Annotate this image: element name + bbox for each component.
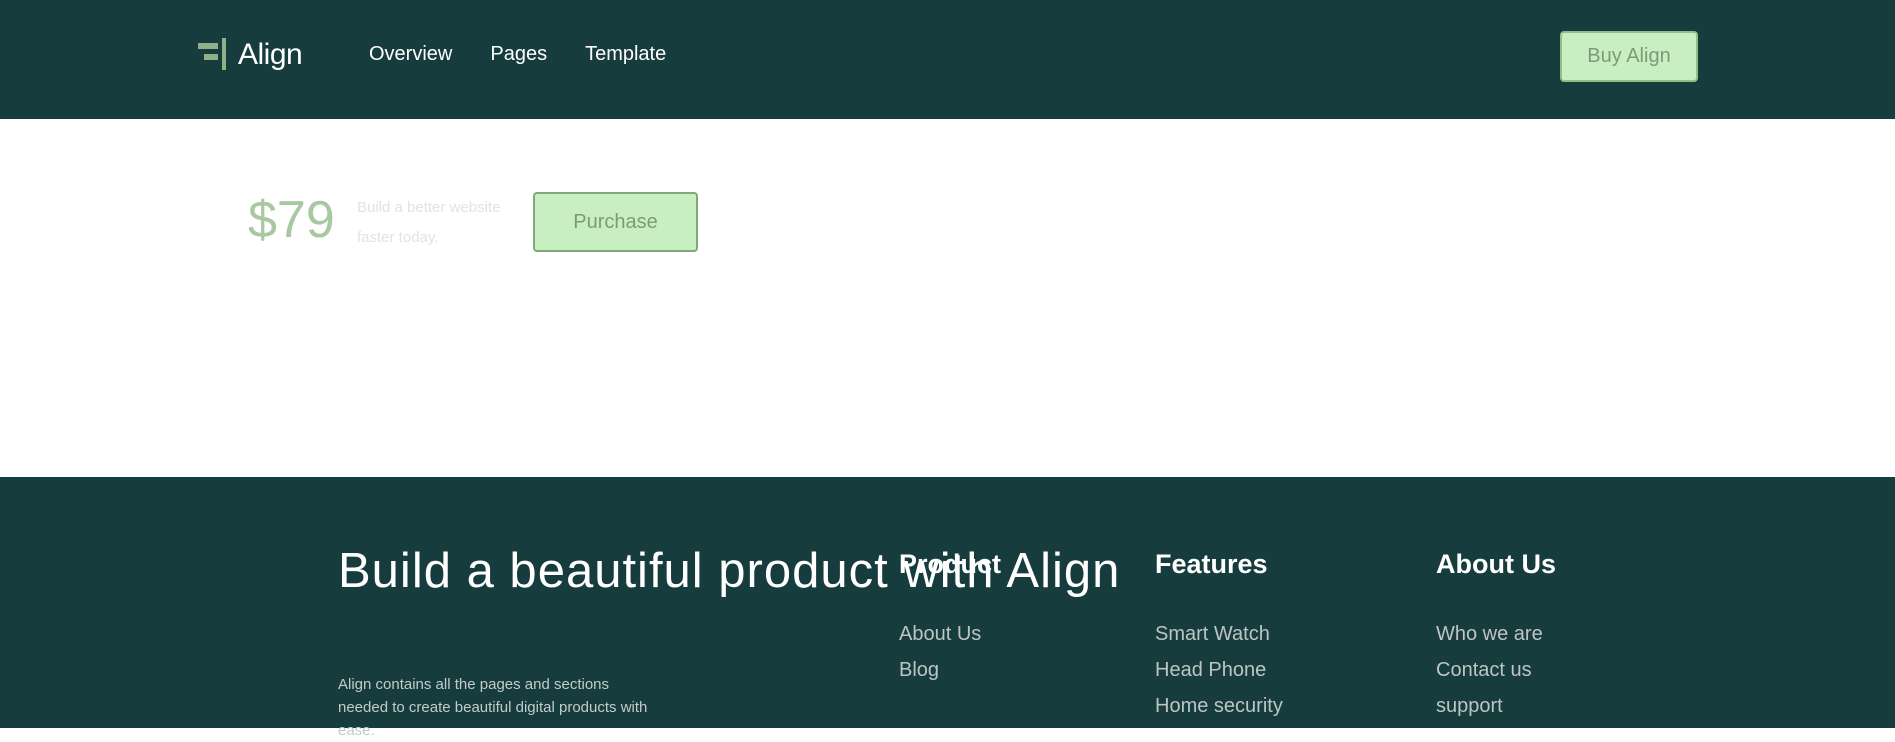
purchase-button[interactable]: Purchase xyxy=(533,192,698,252)
footer-col-title: Product xyxy=(899,549,1002,579)
main-nav: Overview Pages Template xyxy=(369,43,704,66)
footer-col-title: Features xyxy=(1155,549,1268,579)
nav-template[interactable]: Template xyxy=(585,43,666,66)
logo-icon xyxy=(198,38,228,72)
footer-link-about-us[interactable]: About Us xyxy=(899,616,1001,652)
footer-description: Align contains all the pages and section… xyxy=(338,676,648,739)
tagline: Build a better website faster today. xyxy=(357,199,501,246)
footer-link-head-phone[interactable]: Head Phone xyxy=(1155,652,1283,688)
site-footer: Build a beautiful product with Align Ali… xyxy=(0,477,1895,739)
footer-col-product: Product About Us Blog xyxy=(899,549,1001,688)
footer-headline: Build a beautiful product with Align xyxy=(338,544,1121,598)
footer-col-title: About Us xyxy=(1436,549,1556,579)
footer-link-who-we-are[interactable]: Who we are xyxy=(1436,616,1556,652)
logo-text: Align xyxy=(238,38,303,71)
footer-col-features: Features Smart Watch Head Phone Home sec… xyxy=(1155,549,1283,724)
footer-link-blog[interactable]: Blog xyxy=(899,652,1001,688)
buy-align-button[interactable]: Buy Align xyxy=(1560,31,1698,82)
nav-overview[interactable]: Overview xyxy=(369,43,452,66)
footer-link-contact-us[interactable]: Contact us xyxy=(1436,652,1556,688)
footer-link-smart-watch[interactable]: Smart Watch xyxy=(1155,616,1283,652)
footer-link-home-security[interactable]: Home security xyxy=(1155,688,1283,724)
logo[interactable]: Align xyxy=(198,38,303,72)
footer-col-about-us: About Us Who we are Contact us support xyxy=(1436,549,1556,724)
nav-pages[interactable]: Pages xyxy=(490,43,547,66)
footer-link-support[interactable]: support xyxy=(1436,688,1556,724)
site-header: Align Overview Pages Template Buy Align xyxy=(0,0,1895,119)
price: $79 xyxy=(248,191,335,249)
